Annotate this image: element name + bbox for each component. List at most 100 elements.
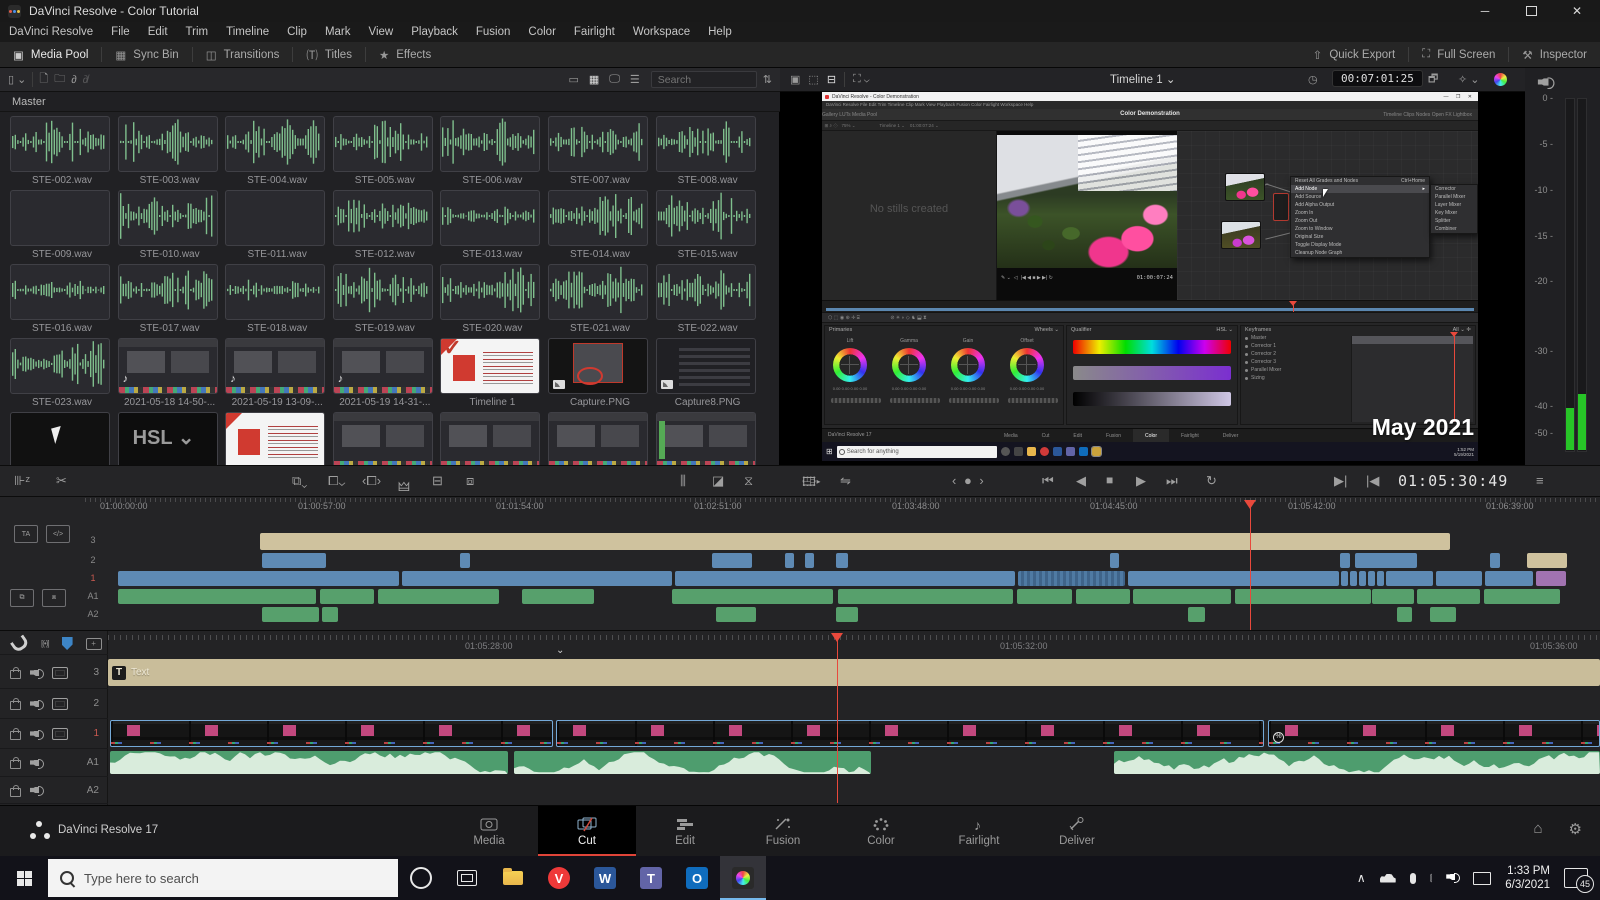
loop-icon[interactable]: ↻ (1206, 473, 1217, 489)
timeline-clip[interactable] (1536, 571, 1566, 586)
snapping-icon[interactable] (10, 633, 30, 654)
menu-view[interactable]: View (360, 26, 403, 38)
timeline-clip[interactable] (1372, 589, 1414, 604)
position-lock-icon[interactable] (61, 637, 73, 650)
lock-icon[interactable] (10, 698, 21, 710)
audio-clip[interactable] (110, 751, 508, 774)
submenu-item-layer-mixer[interactable]: Layer Mixer (1431, 201, 1477, 209)
video-enable-icon[interactable] (52, 727, 68, 740)
task-view-icon[interactable] (444, 856, 490, 900)
media-clip-ste-004-wav[interactable]: STE-004.wav (225, 116, 329, 186)
context-menu-item-add-node[interactable]: Add Node ▸ (1291, 185, 1429, 193)
close-button[interactable]: ✕ (1554, 0, 1600, 22)
gamma-color-wheel[interactable] (892, 348, 926, 382)
wheel-slider[interactable] (949, 398, 999, 403)
list-view-icon[interactable]: ☰ (625, 73, 645, 86)
color-wheel-icon[interactable] (1494, 73, 1507, 86)
sync-bin-button[interactable]: ▦ Sync Bin (102, 42, 191, 67)
transform-icon[interactable]: ⛶ ⌄ (853, 73, 870, 86)
thumbnail-view-icon[interactable]: ▦ (584, 73, 604, 86)
taskbar-clock[interactable]: 1:33 PM 6/3/2021 (1505, 864, 1550, 892)
video-clip[interactable] (110, 720, 553, 747)
tools-icon[interactable]: ⇋ (840, 473, 851, 489)
viewer-video-area[interactable]: DaVinci Resolve - Color Demonstration — … (780, 92, 1525, 465)
context-menu-item-add-alpha-output[interactable]: Add Alpha Output (1291, 201, 1429, 209)
frame-step-controls[interactable]: ‹ ● › (952, 473, 986, 488)
media-clip-ste-015-wav[interactable]: STE-015.wav (655, 190, 760, 260)
lower-track-header-a2[interactable]: A2 (0, 777, 108, 804)
recorded-tab-edit[interactable]: Edit (1061, 429, 1094, 443)
media-clip-ste-016-wav[interactable]: STE-016.wav (10, 264, 114, 334)
lower-track-header-1[interactable]: 1 (0, 719, 108, 749)
timeline-clip[interactable] (838, 589, 1013, 604)
timeline-clip[interactable] (1188, 607, 1205, 622)
volume-icon[interactable] (1446, 871, 1461, 886)
timeline-clip[interactable] (1355, 553, 1417, 568)
lock-icon[interactable] (10, 784, 21, 797)
menu-mark[interactable]: Mark (316, 26, 360, 38)
media-clip-2021-05-19-14-31[interactable]: ♪ 2021-05-19 14-31-... (332, 338, 437, 408)
timeline-clip[interactable] (1133, 589, 1231, 604)
context-menu-item-add-source[interactable]: Add Source (1291, 193, 1429, 201)
speaker-icon[interactable] (1538, 75, 1555, 90)
go-to-end-icon[interactable]: ⏭ (1166, 473, 1178, 489)
page-tab-cut[interactable]: Cut (538, 806, 636, 857)
timeline-clip[interactable] (805, 553, 814, 568)
timeline-clip[interactable] (1076, 589, 1130, 604)
media-clip-ste-006-wav[interactable]: STE-006.wav (440, 116, 544, 186)
timeline-clip[interactable] (1490, 553, 1500, 568)
timeline-clip[interactable] (1359, 571, 1366, 586)
filmstrip-view-icon[interactable]: 🖵 (604, 73, 625, 86)
file-explorer-icon[interactable] (490, 856, 536, 900)
media-clip-2021-05-18-14-50[interactable]: ♪ 2021-05-18 14-50-... (117, 338, 222, 408)
menu-timeline[interactable]: Timeline (217, 26, 278, 38)
page-tab-color[interactable]: Color (832, 806, 930, 857)
new-bin-icon[interactable]: 🗀 (54, 70, 65, 89)
media-clip-partial-shot[interactable] (548, 412, 652, 465)
media-clip-partial-shot-green[interactable] (655, 412, 760, 465)
microphone-icon[interactable] (1409, 872, 1416, 884)
media-clip-ste-008-wav[interactable]: STE-008.wav (655, 116, 760, 186)
source-tape-icon[interactable]: ⬚ (808, 73, 818, 86)
place-on-top-icon[interactable]: ⊟ (432, 473, 443, 489)
lower-track-header-2[interactable]: 2 (0, 689, 108, 719)
titles-button[interactable]: 🄣 Titles (293, 42, 365, 67)
timeline-mode-icon[interactable]: ⊟ (827, 73, 836, 86)
media-clip-ste-007-wav[interactable]: STE-007.wav (548, 116, 652, 186)
timeline-clip[interactable] (118, 571, 399, 586)
timeline-clip[interactable] (1235, 589, 1371, 604)
context-menu-item-cleanup-node-graph[interactable]: Cleanup Node Graph (1291, 249, 1429, 257)
offset-color-wheel[interactable] (1010, 348, 1044, 382)
page-tab-fusion[interactable]: Fusion (734, 806, 832, 857)
add-track-icon[interactable]: + (85, 637, 102, 650)
resolve-taskbar-icon[interactable] (720, 856, 766, 900)
mute-icon[interactable] (30, 698, 44, 710)
timeline-clip[interactable] (712, 553, 752, 568)
timeline-clip[interactable] (322, 607, 338, 622)
effects-button[interactable]: ★ Effects (366, 42, 444, 67)
transitions-button[interactable]: ◫ Transitions (193, 42, 293, 67)
word-icon[interactable]: W (582, 856, 628, 900)
play-around-icon[interactable]: ▶| (1334, 473, 1347, 489)
page-tab-fairlight[interactable]: ♪ Fairlight (930, 806, 1028, 857)
media-clip-timeline-1[interactable]: ✓ Timeline 1 (440, 338, 544, 408)
upper-ruler[interactable]: 01:00:00:00 01:00:57:00 01:01:54:00 01:02:5… (85, 497, 1600, 513)
title-text-clip[interactable]: T Text (108, 659, 1600, 686)
timeline-clip[interactable] (672, 589, 833, 604)
media-clip-ste-009-wav[interactable]: STE-009.wav (10, 190, 114, 260)
mute-icon[interactable] (30, 667, 44, 679)
media-clip-ste-010-wav[interactable]: STE-010.wav (117, 190, 222, 260)
inspector-button[interactable]: ⚒ Inspector (1509, 42, 1600, 67)
recorded-tab-fusion[interactable]: Fusion (1094, 429, 1133, 443)
context-menu-item-zoom-to-window[interactable]: Zoom to Window (1291, 225, 1429, 233)
mute-icon[interactable] (30, 757, 44, 769)
timeline-clip[interactable] (1417, 589, 1480, 604)
timeline-clip[interactable] (1368, 571, 1375, 586)
lower-ruler[interactable]: 01:05:28:00 01:05:32:00 01:05:36:00 ⌄ (108, 633, 1600, 656)
media-pool-button[interactable]: ▣ Media Pool (0, 42, 101, 67)
timeline-clip[interactable] (716, 607, 756, 622)
lower-playhead-marker[interactable] (831, 633, 843, 642)
source-overwrite-icon[interactable]: ⧈ (466, 473, 474, 489)
enhance-icon[interactable]: ✧ ⌄ (1458, 73, 1480, 86)
timeline-clip[interactable] (320, 589, 374, 604)
